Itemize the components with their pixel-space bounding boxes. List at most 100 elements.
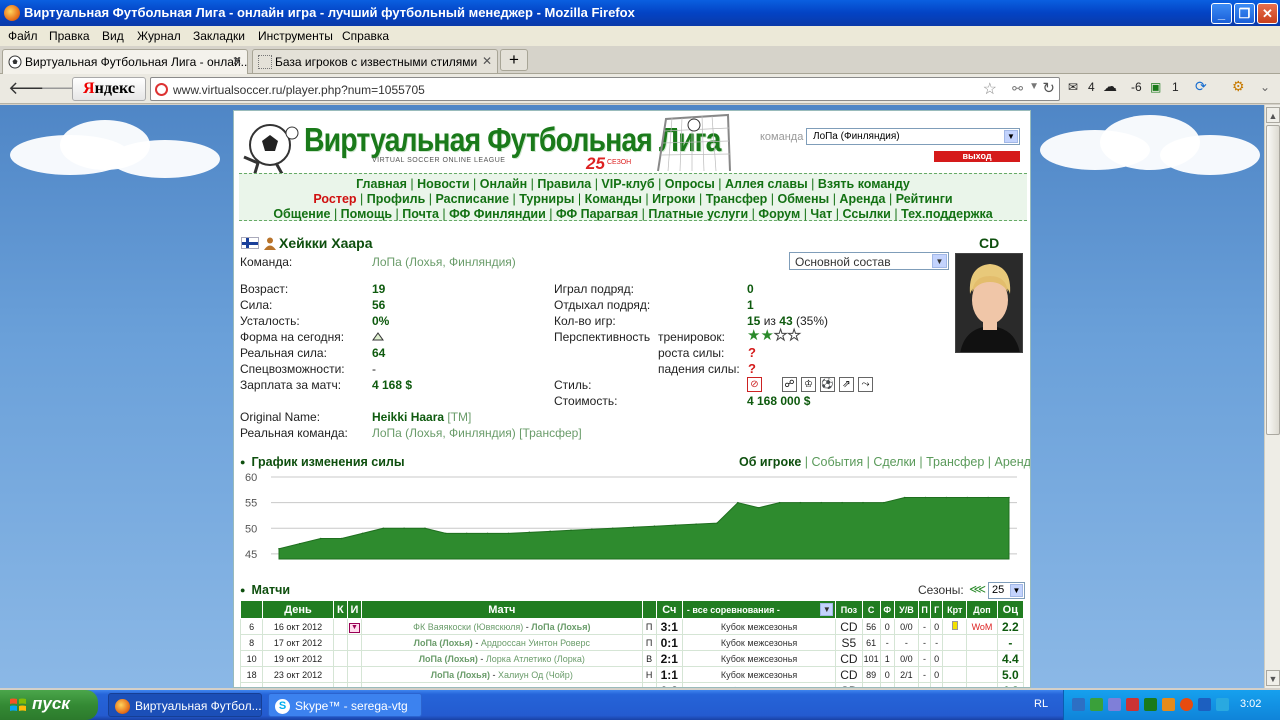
nav-link[interactable]: Чат [810, 207, 832, 221]
exit-button[interactable]: выход [934, 151, 1020, 162]
menu-help[interactable]: Справка [342, 29, 389, 43]
url-bar[interactable]: www.virtualsoccer.ru/player.php?num=1055… [150, 77, 1060, 101]
style-ball-icon[interactable]: ⚽ [820, 377, 835, 392]
growth-question-icon[interactable]: ? [748, 345, 756, 360]
match-row[interactable]: 2125 окт 2012▲Атлетико Пеньяроль (Колони… [239, 682, 1025, 688]
task-firefox[interactable]: Виртуальная Футбол... [108, 693, 262, 717]
nav-link[interactable]: Правила [537, 177, 591, 191]
match-row[interactable]: 18 23 окт 2012 ЛоПа (Лохья) - Халиун Од (Ч… [239, 666, 1025, 683]
team-field-value[interactable]: ЛоПа (Лохья, Финляндия) [372, 255, 516, 269]
close-window-button[interactable]: ✕ [1257, 3, 1278, 24]
match-score[interactable]: 3:1 [655, 618, 683, 635]
match-home-team[interactable]: ЛоПа (Лохья) [431, 670, 490, 680]
nav-link[interactable]: Ростер [313, 192, 356, 206]
style-main-icon[interactable]: ⊘ [747, 377, 762, 392]
nav-link[interactable]: Профиль [367, 192, 426, 206]
match-home-team[interactable]: ФК Ваяякоски (Ювяскюля) [413, 622, 523, 632]
nav-link[interactable]: Форум [758, 207, 800, 221]
vertical-scrollbar[interactable]: ▲ ▼ [1264, 105, 1280, 688]
nav-link[interactable]: Игроки [652, 192, 695, 206]
nav-link[interactable]: Трансфер [706, 192, 768, 206]
match-away-team[interactable]: Халиун Од (Чойр) [498, 670, 573, 680]
nav-link[interactable]: Аллея славы [725, 177, 808, 191]
nav-link[interactable]: VIP-клуб [601, 177, 654, 191]
match-teams[interactable]: ЛоПа (Лохья) - Лорка Атлетико (Лорка) [361, 650, 643, 667]
match-teams[interactable]: ФК Ваяякоски (Ювяскюля) - ЛоПа (Лохья) [361, 618, 643, 635]
nav-link[interactable]: Расписание [435, 192, 509, 206]
tray-firefox-icon[interactable] [1180, 698, 1193, 711]
maximize-button[interactable]: ❐ [1234, 3, 1255, 24]
tab-players-db[interactable]: База игроков с известными стилями ✕ [252, 49, 498, 73]
tab-close-icon[interactable]: ✕ [482, 54, 492, 68]
nav-link[interactable]: ФФ Парагвая [556, 207, 638, 221]
nav-link[interactable]: Онлайн [480, 177, 527, 191]
seasons-prev-icon[interactable]: ⋘ [969, 582, 986, 596]
tab-loan[interactable]: Аренда [995, 455, 1030, 469]
competition-select[interactable]: - все соревнования - ▼ [681, 600, 837, 619]
style-runner-icon[interactable]: ☍ [782, 377, 797, 392]
nav-link[interactable]: Ссылки [842, 207, 890, 221]
nav-link[interactable]: Помощь [341, 207, 392, 221]
tray-network-icon[interactable] [1072, 698, 1085, 711]
sync-icon[interactable]: ⟳ [1195, 78, 1207, 95]
start-button[interactable]: пуск [0, 690, 98, 720]
real-team-link[interactable]: ЛоПа (Лохья, Финляндия) [372, 426, 516, 440]
match-away-team[interactable]: ЛоПа (Лохья) [531, 622, 590, 632]
style-dribble-icon[interactable]: ⤳ [858, 377, 873, 392]
nav-link[interactable]: Опросы [665, 177, 715, 191]
match-row[interactable]: 8 17 окт 2012 ЛоПа (Лохья) - Ардроссан Уин… [239, 634, 1025, 651]
col-day[interactable]: День [262, 600, 334, 619]
nav-link[interactable]: Новости [417, 177, 469, 191]
menu-edit[interactable]: Правка [49, 29, 90, 43]
addon-icon[interactable]: ⚙ [1232, 78, 1245, 95]
scroll-thumb[interactable] [1266, 125, 1280, 435]
match-score[interactable]: 1:1 [655, 666, 683, 683]
scroll-up-icon[interactable]: ▲ [1266, 107, 1280, 123]
task-skype[interactable]: S Skype™ - serega-vtg [268, 693, 422, 717]
tab-vfl[interactable]: Виртуальная Футбольная Лига - онлай... ✕ [2, 49, 248, 75]
nav-link[interactable]: Платные услуги [648, 207, 748, 221]
bookmark-star-icon[interactable]: ☆ [983, 79, 997, 99]
chevron-down-icon[interactable]: ▼ [1004, 130, 1018, 143]
tab-deals[interactable]: Сделки [873, 455, 916, 469]
tm-link[interactable]: [TM] [447, 410, 471, 424]
decline-question-icon[interactable]: ? [748, 361, 756, 376]
new-tab-button[interactable]: + [500, 49, 528, 71]
match-teams[interactable]: ЛоПа (Лохья) - Ардроссан Уинтон Роверс [361, 634, 643, 651]
tray-ru-icon[interactable] [1198, 698, 1211, 711]
event-icon[interactable]: ▼ [349, 622, 360, 633]
nav-link[interactable]: Команды [585, 192, 642, 206]
menu-down-icon[interactable]: ⌄ [1260, 80, 1270, 94]
match-home-team[interactable]: ЛоПа (Лохья) [414, 638, 473, 648]
menu-history[interactable]: Журнал [137, 29, 181, 43]
style-crown-icon[interactable]: ♔ [801, 377, 816, 392]
match-row[interactable]: 6 16 окт 2012 ▼ ФК Ваяякоски (Ювяскюля) - Л… [239, 618, 1025, 635]
match-teams[interactable]: ЛоПа (Лохья) - Халиун Од (Чойр) [361, 666, 643, 683]
menu-file[interactable]: Файл [8, 29, 38, 43]
tray-security-icon[interactable] [1126, 698, 1139, 711]
tab-about-player[interactable]: Об игроке [739, 455, 801, 469]
nav-link[interactable]: Общение [273, 207, 330, 221]
tray-update-icon[interactable] [1162, 698, 1175, 711]
match-home-team[interactable]: Атлетико Пеньяроль (Колония) [403, 686, 533, 688]
nav-link[interactable]: Почта [402, 207, 439, 221]
squad-select[interactable]: Основной состав ▼ [789, 252, 949, 270]
nav-link[interactable]: Главная [356, 177, 407, 191]
match-home-team[interactable]: ЛоПа (Лохья) [419, 654, 478, 664]
nav-link[interactable]: Тех.поддержка [901, 207, 993, 221]
glasses-icon[interactable]: ⚯ [1012, 81, 1023, 97]
tray-bluetooth-icon[interactable] [1108, 698, 1121, 711]
nav-link[interactable]: Рейтинги [896, 192, 953, 206]
tab-transfer[interactable]: Трансфер [926, 455, 984, 469]
counter-icon[interactable]: ▣ [1150, 80, 1161, 94]
match-score[interactable]: 0:1 [655, 634, 683, 651]
season-select[interactable]: 25 ▼ [988, 582, 1025, 599]
language-indicator[interactable]: RL [1034, 698, 1048, 710]
minimize-button[interactable]: _ [1211, 3, 1232, 24]
chevron-down-icon[interactable]: ▼ [932, 254, 947, 268]
menu-view[interactable]: Вид [102, 29, 124, 43]
team-select[interactable]: ЛоПа (Финляндия) ▼ [806, 128, 1020, 145]
match-row[interactable]: 10 19 окт 2012 ЛоПа (Лохья) - Лорка Атлети… [239, 650, 1025, 667]
nav-link[interactable]: Аренда [839, 192, 885, 206]
nav-link[interactable]: Турниры [519, 192, 574, 206]
